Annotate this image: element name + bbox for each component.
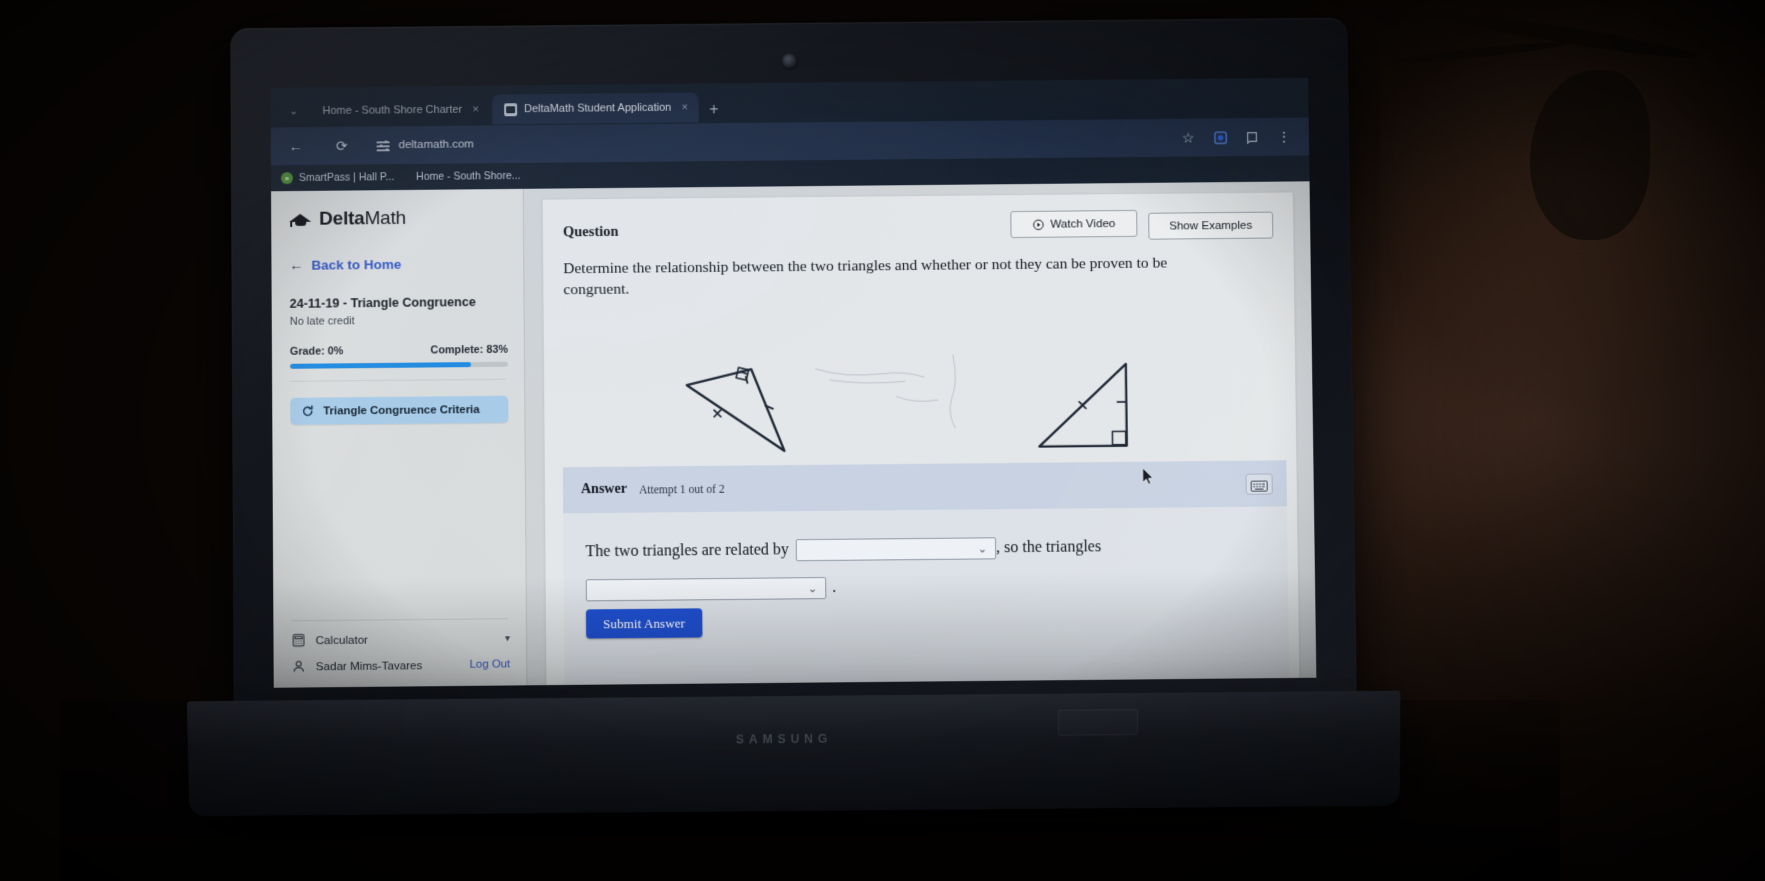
calculator-icon [291, 633, 305, 647]
bookmark-label: SmartPass | Hall P... [298, 171, 395, 185]
answer-label: Answer [580, 481, 627, 498]
cable-2 [1390, 38, 1570, 67]
tab-title: Home - South Shore Charter [322, 103, 463, 118]
deltamath-favicon-icon [504, 102, 518, 116]
question-label: Question [562, 223, 619, 241]
triangles-figure [544, 342, 1296, 469]
assignment-title: 24-11-19 - Triangle Congruence [289, 295, 476, 311]
bookmark-label: Home - South Shore... [416, 169, 521, 183]
trackpad[interactable] [1057, 708, 1138, 736]
triangle-left [685, 366, 785, 452]
bookmark-home-south-shore[interactable]: Home - South Shore... [416, 170, 520, 183]
user-icon [292, 659, 306, 673]
cable-1 [1440, 7, 1700, 65]
question-header: Question Watch Video Show Examples [543, 192, 1294, 245]
show-examples-button[interactable]: Show Examples [1148, 211, 1274, 240]
chevron-down-icon: ⌄ [807, 582, 818, 595]
progress-bar-fill [289, 362, 471, 369]
relationship-dropdown[interactable]: ⌄ [795, 537, 997, 562]
answer-body: The two triangles are related by ⌄ , so … [563, 506, 1291, 688]
show-examples-label: Show Examples [1169, 218, 1253, 233]
sidebar-divider-top [290, 378, 507, 382]
graduation-cap-icon [289, 212, 312, 227]
paper-pencil-marks [814, 354, 956, 429]
submit-answer-button[interactable]: Submit Answer [585, 608, 703, 639]
user-name: Sadar Mims-Tavares [315, 658, 423, 673]
logo-text: DeltaMath [319, 208, 406, 231]
reload-icon[interactable]: ⟳ [329, 133, 355, 159]
close-icon[interactable]: × [678, 102, 691, 114]
close-icon[interactable]: × [469, 104, 482, 116]
browser-window: ⌄ Home - South Shore Charter × DeltaMath… [270, 77, 1317, 688]
watch-video-button[interactable]: Watch Video [1010, 209, 1138, 239]
redo-icon [301, 405, 314, 418]
logo-math: Math [364, 207, 407, 230]
url-text: deltamath.com [398, 138, 474, 152]
chevron-down-icon[interactable]: ▾ [505, 633, 510, 644]
sidebar: DeltaMath ← Back to Home 24-11-19 - Tria… [271, 188, 528, 688]
congruence-dropdown[interactable]: ⌄ [585, 577, 827, 602]
extensions-icon[interactable] [1207, 124, 1233, 150]
laptop-screen: ⌄ Home - South Shore Charter × DeltaMath… [270, 77, 1317, 688]
main-content: Question Watch Video Show Examples Deter… [524, 181, 1317, 688]
question-prompt: Determine the relationship between the t… [563, 254, 1168, 299]
bookmark-smartpass[interactable]: » SmartPass | Hall P... [280, 171, 395, 185]
mouse-cursor [1141, 467, 1154, 486]
tab-title: DeltaMath Student Application [524, 101, 672, 116]
laptop-lid: ⌄ Home - South Shore Charter × DeltaMath… [230, 17, 1357, 709]
smartpass-icon: » [280, 172, 293, 185]
triangle-right [1037, 362, 1128, 448]
sentence-end: . [832, 578, 837, 597]
play-circle-icon [1032, 218, 1044, 230]
laptop-brand-label: SAMSUNG [735, 731, 833, 747]
back-icon[interactable]: ← [283, 133, 309, 159]
question-card: Question Watch Video Show Examples Deter… [541, 191, 1302, 688]
attempt-counter: Attempt 1 out of 2 [638, 482, 725, 497]
answer-sentence-line-2: ⌄ . [585, 557, 1289, 602]
grade-label: Grade: 0% [289, 345, 344, 358]
watch-video-label: Watch Video [1050, 217, 1116, 231]
calculator-row[interactable]: Calculator ▾ [273, 619, 526, 648]
logo-delta: Delta [319, 208, 365, 230]
log-out-button[interactable]: Log Out [470, 658, 511, 670]
webcam [781, 52, 799, 70]
arrow-left-icon: ← [289, 256, 304, 273]
calculator-label: Calculator [315, 633, 368, 647]
site-settings-icon[interactable] [376, 140, 390, 152]
sidebar-item-label: Triangle Congruence Criteria [323, 403, 480, 418]
wall-light-glow [1380, 0, 1765, 520]
back-to-home-label: Back to Home [311, 256, 402, 273]
keyboard-icon [1251, 478, 1268, 489]
progress-section: Grade: 0% Complete: 83% [272, 326, 524, 369]
browser-menu-icon[interactable]: ⋮ [1271, 124, 1297, 150]
chevron-down-icon[interactable]: ⌄ [278, 93, 308, 127]
deltamath-logo[interactable]: DeltaMath [271, 203, 523, 231]
bookmark-star-icon[interactable]: ☆ [1175, 125, 1201, 151]
progress-bar [289, 361, 509, 369]
chevron-down-icon: ⌄ [977, 542, 988, 555]
deltamath-page: DeltaMath ← Back to Home 24-11-19 - Tria… [271, 181, 1317, 688]
profile-avatar-icon[interactable] [1239, 124, 1265, 150]
address-bar[interactable]: deltamath.com [365, 126, 1170, 158]
complete-label: Complete: 83% [430, 343, 508, 357]
sentence-middle: , so the triangles [996, 538, 1102, 557]
sidebar-item-triangle-congruence-criteria[interactable]: Triangle Congruence Criteria [290, 395, 509, 425]
browser-tab-deltamath[interactable]: DeltaMath Student Application × [492, 92, 700, 125]
laptop-base: SAMSUNG [186, 690, 1401, 817]
sentence-start: The two triangles are related by [585, 541, 789, 561]
question-action-buttons: Watch Video Show Examples [1010, 209, 1274, 241]
back-to-home-link[interactable]: ← Back to Home [271, 229, 523, 273]
cable-3 [1530, 70, 1650, 240]
user-row: Sadar Mims-Tavares Log Out [274, 645, 527, 688]
new-tab-button[interactable]: + [701, 101, 728, 123]
triangles-svg [685, 354, 1128, 452]
answer-header-band: Answer Attempt 1 out of 2 [562, 460, 1287, 514]
keyboard-button[interactable] [1245, 472, 1273, 495]
browser-tab-home[interactable]: Home - South Shore Charter × [310, 95, 490, 127]
